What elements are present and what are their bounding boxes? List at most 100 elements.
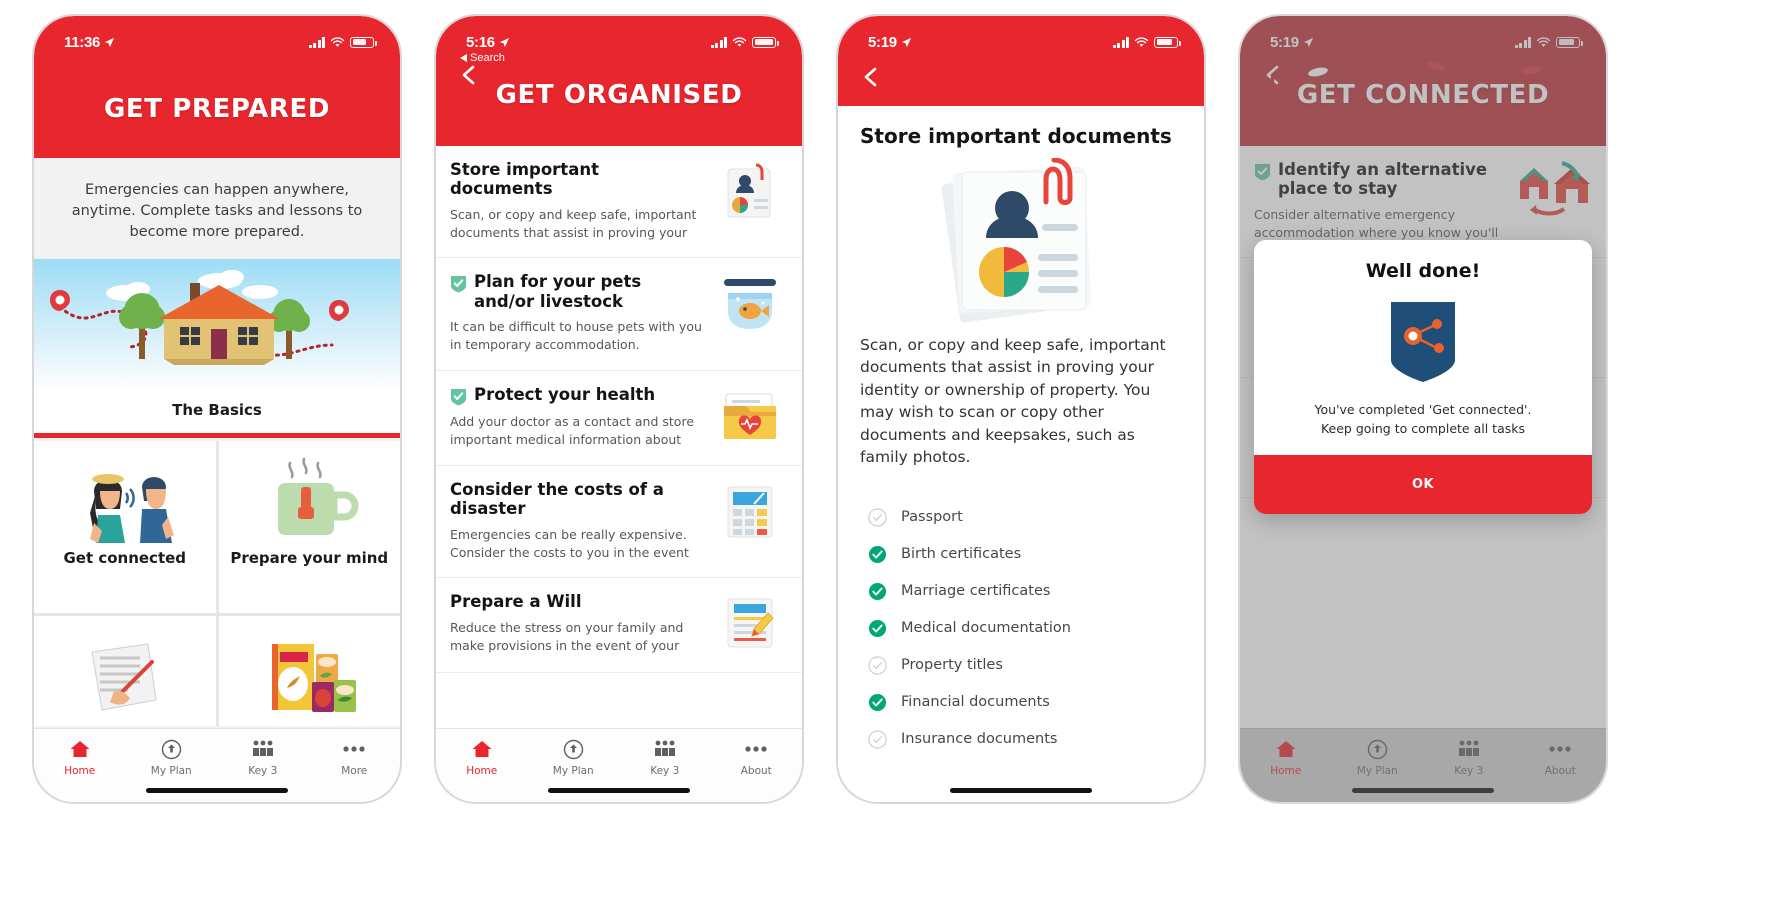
signing-document-illustration xyxy=(70,632,180,718)
checklist-item[interactable]: Insurance documents xyxy=(860,721,1182,758)
checklist-label: Birth certificates xyxy=(901,546,1022,563)
calculator-icon xyxy=(714,480,786,544)
header-get-organised: 5:16 Search GET ORGANISED xyxy=(436,16,802,146)
tab-home[interactable]: Home xyxy=(436,738,528,777)
check-circle-filled-icon xyxy=(868,693,887,711)
task-title-wrap: Plan for your pets and/or livestock xyxy=(450,272,704,311)
location-arrow-icon xyxy=(901,37,911,47)
dialog-text-line1: You've completed 'Get connected'. xyxy=(1314,402,1532,417)
status-time: 11:36 xyxy=(64,33,101,51)
hero-caption: The Basics xyxy=(172,401,262,420)
back-triangle-icon xyxy=(460,54,467,62)
task-row[interactable]: Consider the costs of a disaster Emergen… xyxy=(436,465,802,579)
battery-icon xyxy=(350,36,377,48)
key3-icon xyxy=(653,738,677,760)
detail-title: Store important documents xyxy=(860,124,1172,148)
tab-more[interactable]: More xyxy=(309,738,401,777)
tab-home[interactable]: Home xyxy=(34,738,126,777)
home-indicator[interactable] xyxy=(548,788,690,793)
battery-icon xyxy=(1154,36,1181,48)
battery-charging-icon xyxy=(752,36,779,48)
status-time: 5:19 xyxy=(868,33,897,51)
wifi-icon xyxy=(1134,36,1149,47)
tab-my-plan[interactable]: My Plan xyxy=(528,738,620,777)
tab-label: About xyxy=(740,765,772,777)
tab-label: More xyxy=(341,765,368,777)
more-icon xyxy=(342,738,366,760)
return-to-search-link[interactable]: Search xyxy=(460,52,505,64)
detail-paragraph: Scan, or copy and keep safe, important d… xyxy=(860,336,1166,467)
key3-icon xyxy=(251,738,275,760)
task-row[interactable]: Protect your health Add your doctor as a… xyxy=(436,370,802,466)
task-row[interactable]: Prepare a Will Reduce the stress on your… xyxy=(436,578,802,674)
tile-get-connected[interactable]: Get connected xyxy=(34,441,216,614)
checklist-label: Insurance documents xyxy=(901,731,1058,748)
shield-check-icon xyxy=(451,276,466,293)
home-icon xyxy=(69,738,91,760)
tab-label: My Plan xyxy=(150,765,192,777)
check-circle-filled-icon xyxy=(868,619,887,637)
green-mug-illustration xyxy=(254,457,364,543)
checklist-item[interactable]: Financial documents xyxy=(860,684,1182,721)
tile-label: Prepare your mind xyxy=(230,549,389,568)
well-done-dialog: Well done! You've completed 'Get connect… xyxy=(1254,240,1592,514)
phone-store-important-documents: 5:19 Store important documents Scan, or … xyxy=(836,14,1206,804)
task-title: Consider the costs of a disaster xyxy=(450,479,664,519)
cellular-signal-icon xyxy=(710,36,727,48)
tab-about[interactable]: About xyxy=(711,738,803,777)
status-time: 5:16 xyxy=(466,33,495,51)
home-indicator[interactable] xyxy=(146,788,288,793)
shield-check-icon xyxy=(451,388,466,406)
house-with-route-illustration xyxy=(34,259,400,392)
my-plan-icon xyxy=(563,738,584,760)
checklist-label: Property titles xyxy=(901,657,1003,674)
task-row[interactable]: Plan for your pets and/or livestock It c… xyxy=(436,258,802,371)
task-scroll[interactable]: Store important documents Scan, or copy … xyxy=(436,146,802,728)
page-title: GET PREPARED xyxy=(103,94,331,124)
home-indicator[interactable] xyxy=(950,788,1092,793)
checklist-label: Passport xyxy=(901,509,963,526)
tile-prepare-your-mind[interactable]: Prepare your mind xyxy=(218,441,400,614)
task-title: Plan for your pets and/or livestock xyxy=(474,272,642,311)
task-row[interactable]: Store important documents Scan, or copy … xyxy=(436,146,802,259)
task-desc: Emergencies can be really expensive. Con… xyxy=(450,526,689,560)
task-list: Store important documents Scan, or copy … xyxy=(436,146,802,674)
back-chevron-icon[interactable] xyxy=(860,66,882,88)
header-detail: 5:19 xyxy=(838,16,1204,106)
ok-button[interactable]: OK xyxy=(1254,454,1592,514)
tile-document[interactable] xyxy=(34,616,216,727)
tile-supplies[interactable] xyxy=(218,616,400,727)
checklist-item[interactable]: Property titles xyxy=(860,647,1182,684)
checklist-label: Financial documents xyxy=(901,694,1050,711)
location-arrow-icon xyxy=(104,37,115,47)
checklist-item[interactable]: Passport xyxy=(860,499,1182,536)
location-arrow-icon xyxy=(499,37,509,47)
task-title-wrap: Consider the costs of a disaster xyxy=(450,480,704,519)
task-desc: Add your doctor as a contact and store i… xyxy=(450,413,695,447)
hero-underline xyxy=(34,433,400,439)
dialog-text-line2: Keep going to complete all tasks xyxy=(1320,420,1526,436)
content-scroll[interactable]: Emergencies can happen anywhere, anytime… xyxy=(34,158,400,728)
checklist-item[interactable]: Medical documentation xyxy=(860,610,1182,647)
my-plan-icon xyxy=(161,738,182,760)
task-title: Prepare a Will xyxy=(450,592,582,612)
status-bar: 11:36 xyxy=(34,16,400,58)
home-icon xyxy=(471,738,493,760)
back-chevron-icon[interactable] xyxy=(458,64,480,86)
detail-scroll[interactable]: Store important documents Scan, or copy … xyxy=(838,106,1204,802)
task-desc: Reduce the stress on your family and mak… xyxy=(450,619,684,653)
tab-my-plan[interactable]: My Plan xyxy=(126,738,218,777)
hero-card-the-basics[interactable]: The Basics xyxy=(34,259,400,439)
tile-label: Get connected xyxy=(63,549,187,568)
shield-network-logo xyxy=(1391,302,1455,382)
tab-key-3[interactable]: Key 3 xyxy=(619,738,711,777)
tab-label: Key 3 xyxy=(650,765,680,777)
document-checklist: Passport Birth certificates Marriage cer… xyxy=(860,499,1182,758)
cellular-signal-icon xyxy=(308,36,325,48)
checklist-item[interactable]: Marriage certificates xyxy=(860,573,1182,610)
task-desc: It can be difficult to house pets with y… xyxy=(450,319,702,353)
fishbowl-icon xyxy=(714,272,786,336)
tab-key-3[interactable]: Key 3 xyxy=(217,738,309,777)
cellular-signal-icon xyxy=(1112,36,1129,48)
checklist-item[interactable]: Birth certificates xyxy=(860,536,1182,573)
